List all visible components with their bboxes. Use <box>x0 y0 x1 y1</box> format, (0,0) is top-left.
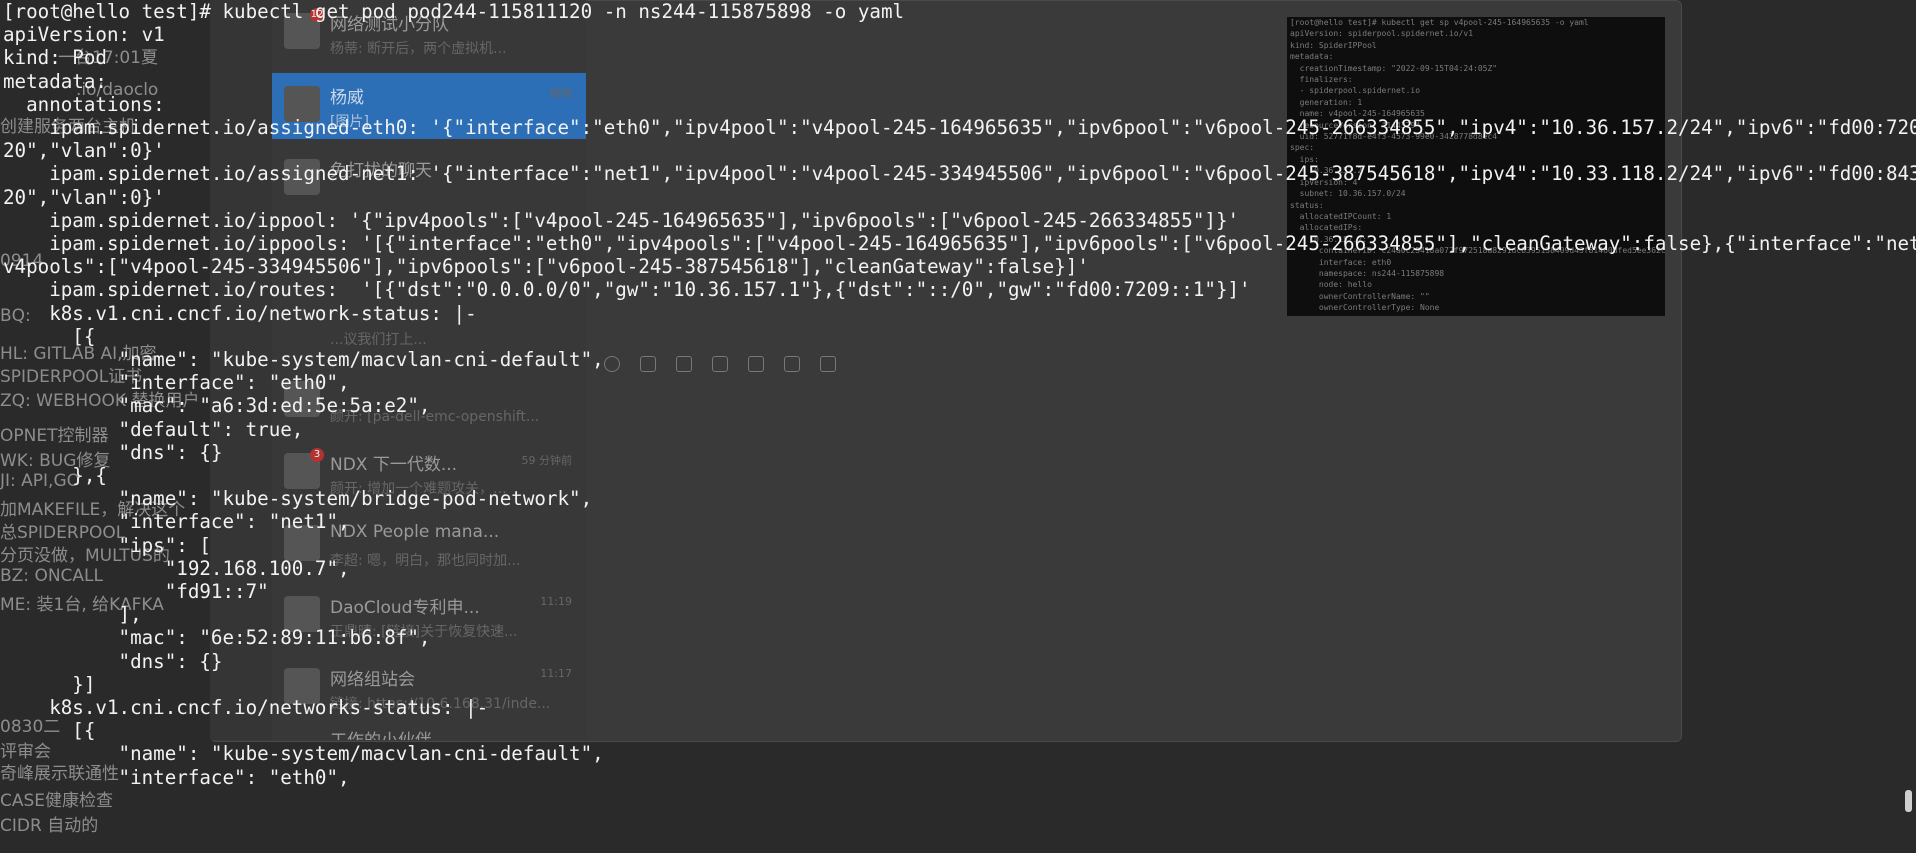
terminal-line: "dns": {} <box>3 649 223 673</box>
terminal-line: ], <box>3 603 142 627</box>
terminal-line: "interface": "eth0", <box>3 371 350 395</box>
terminal-line: "ips": [ <box>3 533 211 557</box>
terminal-line: ipam.spidernet.io/assigned-net1: '{"inte… <box>3 162 1916 186</box>
terminal-line: "fd91::7" <box>3 580 269 603</box>
terminal-line: "name": "kube-system/bridge-pod-network"… <box>3 487 593 511</box>
terminal-line: "interface": "net1", <box>3 510 350 534</box>
terminal-line: k8s.v1.cni.cncf.io/network-status: |- <box>3 301 477 325</box>
terminal-line: ipam.spidernet.io/ippools: '[{"interface… <box>3 232 1916 255</box>
terminal-line: kind: Pod <box>3 46 107 70</box>
terminal-line: 20","vlan":0}' <box>3 139 165 163</box>
terminal-line: "default": true, <box>3 417 304 441</box>
terminal-line: "name": "kube-system/macvlan-cni-default… <box>3 348 604 371</box>
scrollbar-thumb[interactable] <box>1905 790 1912 812</box>
terminal-line: "name": "kube-system/macvlan-cni-default… <box>3 742 604 766</box>
terminal-line: ipam.spidernet.io/routes: '[{"dst":"0.0.… <box>3 278 1251 302</box>
terminal-line: k8s.v1.cni.cncf.io/networks-status: |- <box>3 696 489 719</box>
terminal-line: [{ <box>3 324 96 348</box>
terminal-line: v4pools":["v4pool-245-334945506"],"ipv6p… <box>3 255 1089 279</box>
terminal-output[interactable]: [root@hello test]# kubectl get pod pod24… <box>0 0 1916 853</box>
terminal-line: "dns": {} <box>3 440 223 464</box>
terminal-line: apiVersion: v1 <box>3 23 165 47</box>
terminal-line: "interface": "eth0", <box>3 765 350 789</box>
terminal-line: metadata: <box>3 69 107 93</box>
terminal-line: "192.168.100.7", <box>3 556 350 580</box>
terminal-line: "mac": "a6:3d:ed:5e:5a:e2", <box>3 394 431 418</box>
terminal-line: ipam.spidernet.io/ippool: '{"ipv4pools":… <box>3 208 1240 232</box>
terminal-line: 20","vlan":0}' <box>3 185 165 209</box>
terminal-line: [{ <box>3 719 96 743</box>
terminal-line: annotations: <box>3 92 165 116</box>
terminal-line: ipam.spidernet.io/assigned-eth0: '{"inte… <box>3 116 1916 139</box>
terminal-command-line: [root@hello test]# kubectl get pod pod24… <box>3 0 905 23</box>
terminal-line: "mac": "6e:52:89:11:b6:8f", <box>3 626 431 650</box>
terminal-line: },{ <box>3 464 107 487</box>
terminal-line: }] <box>3 672 96 696</box>
